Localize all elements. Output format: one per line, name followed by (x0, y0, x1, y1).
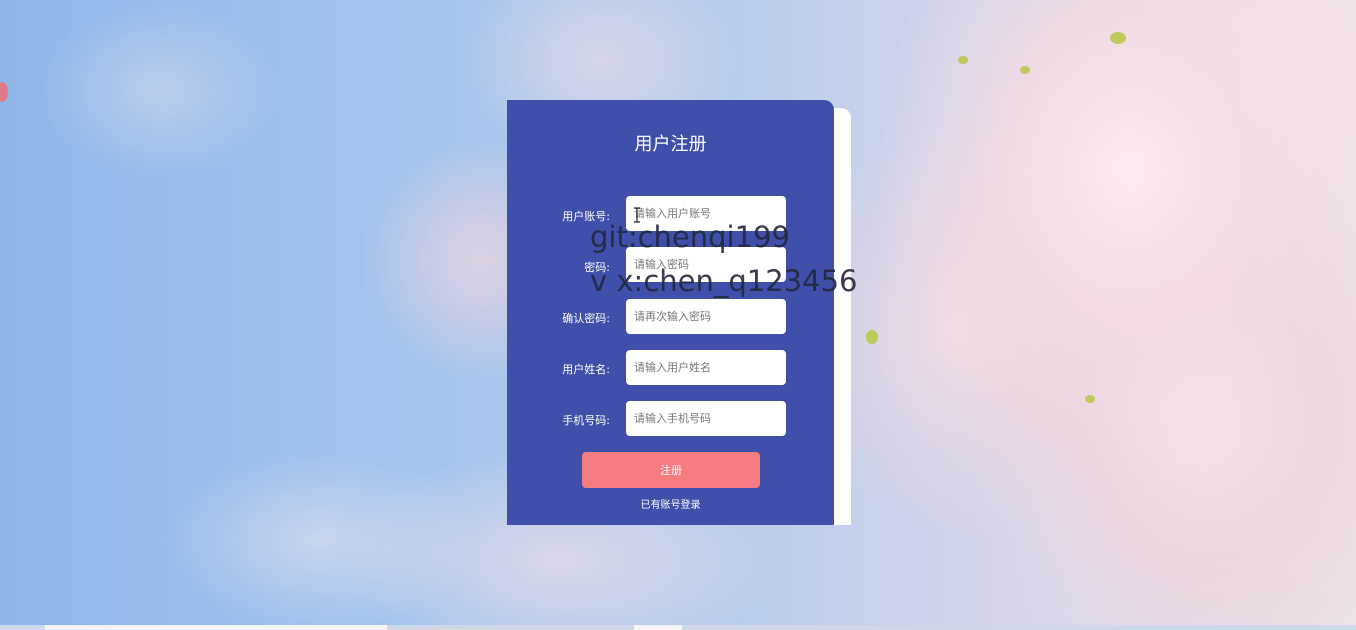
register-title: 用户注册 (634, 134, 707, 155)
register-button[interactable]: 注册 (582, 452, 760, 488)
flower-bud-decoration (1110, 32, 1126, 44)
realname-input[interactable] (626, 350, 786, 385)
bottom-strip-segment (634, 625, 682, 630)
password-label: 密码: (584, 261, 610, 274)
petal-decoration (0, 82, 8, 102)
flower-stamen-decoration (1085, 395, 1095, 403)
realname-label: 用户姓名: (562, 363, 610, 376)
flower-stamen-decoration (958, 56, 968, 64)
phone-label: 手机号码: (562, 414, 610, 427)
confirm-password-label: 确认密码: (562, 312, 610, 325)
password-input[interactable] (626, 247, 786, 282)
confirm-password-input[interactable] (626, 299, 786, 334)
username-input[interactable] (626, 196, 786, 231)
username-label: 用户账号: (562, 210, 610, 223)
flower-stamen-decoration (866, 330, 878, 344)
flower-stamen-decoration (1020, 66, 1030, 74)
card-edge (834, 108, 851, 525)
phone-input[interactable] (626, 401, 786, 436)
background-page: 用户注册 用户账号: 密码: 确认密码: 用户姓名: 手机号码: 注册 已有账号… (0, 0, 1356, 630)
bottom-strip-segment (45, 625, 387, 630)
login-link[interactable]: 已有账号登录 (507, 496, 834, 511)
text-cursor-icon (634, 207, 640, 223)
